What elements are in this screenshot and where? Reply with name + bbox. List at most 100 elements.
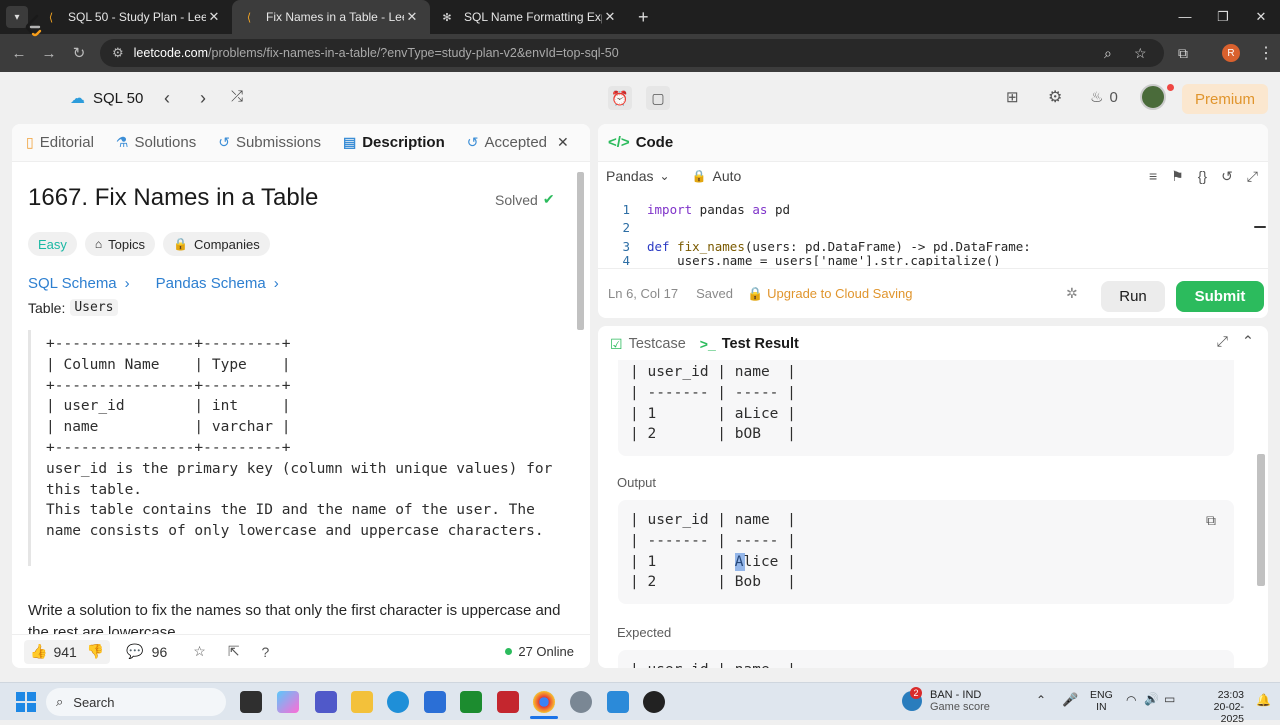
url-field[interactable]: ⚙ leetcode.com/problems/fix-names-in-a-t… — [100, 39, 1164, 67]
help-icon[interactable]: ? — [262, 644, 270, 660]
layout-icon[interactable]: ⊞ — [1006, 88, 1019, 106]
game-subtitle: Game score — [930, 701, 990, 713]
mcafee-icon[interactable] — [497, 691, 519, 713]
game-score-widget[interactable]: 2 BAN - IND Game score — [902, 687, 990, 713]
tab-editorial[interactable]: ▯ Editorial — [26, 134, 94, 151]
back-icon[interactable]: ← — [4, 45, 34, 62]
new-tab-icon[interactable]: + — [638, 7, 649, 28]
run-button[interactable]: Run — [1101, 281, 1165, 312]
windows-start-icon[interactable] — [16, 692, 36, 712]
site-info-icon[interactable]: ⚙ — [112, 45, 124, 61]
statement-line-1: Write a solution to fix the names so tha… — [28, 602, 561, 619]
close-tab-icon[interactable]: ✕ — [404, 9, 420, 25]
collapse-icon[interactable]: ⌃ — [1242, 334, 1254, 350]
fullscreen-icon[interactable]: ⤢ — [1247, 168, 1258, 185]
prev-problem-icon[interactable]: ‹ — [164, 88, 170, 109]
reset-icon[interactable]: ↺ — [1221, 168, 1233, 185]
tab-submissions[interactable]: ↺ Submissions — [218, 134, 321, 151]
minimize-icon[interactable]: — — [1166, 0, 1204, 34]
xbox-icon[interactable] — [460, 691, 482, 713]
profile-avatar[interactable]: R — [1222, 34, 1240, 72]
topics-chip[interactable]: ⌂ Topics — [84, 232, 156, 256]
close-tab-icon[interactable]: ✕ — [602, 9, 618, 25]
browser-tab-2[interactable]: ⟨ Fix Names in a Table - LeetCode ✕ — [232, 0, 430, 34]
taskbar-search[interactable]: ⌕ Search — [46, 688, 226, 716]
like-button[interactable]: 👍 941 👎 — [24, 639, 111, 664]
task-view-icon[interactable] — [240, 691, 262, 713]
code-header: </> Code — [598, 124, 1268, 162]
format-icon[interactable]: ≡ — [1149, 168, 1157, 185]
url-path: /problems/fix-names-in-a-table/?envType=… — [208, 46, 619, 60]
thumbs-down-icon[interactable]: 👎 — [87, 643, 104, 660]
cursor-position: Ln 6, Col 17 — [608, 286, 679, 301]
expected-label: Expected — [617, 625, 672, 640]
browser-tab-3[interactable]: ✻ SQL Name Formatting Explanat ✕ — [430, 0, 628, 34]
timer-icon[interactable]: ⏰ — [608, 86, 632, 110]
battery-icon[interactable]: ▭ — [1164, 692, 1175, 706]
sql-schema-link[interactable]: SQL Schema — [28, 275, 117, 292]
description-scrollbar[interactable] — [577, 172, 584, 330]
menu-dots-icon[interactable]: ⋮ — [1258, 34, 1274, 72]
upgrade-link[interactable]: Upgrade to Cloud Saving — [767, 286, 912, 301]
tab-accepted[interactable]: ↺ Accepted — [467, 134, 547, 151]
game-badge: 2 — [910, 687, 922, 699]
reload-icon[interactable]: ↻ — [64, 44, 94, 62]
bookmark-icon[interactable]: ⚑ — [1171, 168, 1184, 185]
settings-gear-icon[interactable]: ⚙ — [1048, 87, 1062, 107]
clock-date: 20-02-2025 — [1213, 701, 1244, 725]
user-avatar[interactable] — [1140, 84, 1166, 110]
result-scrollbar[interactable] — [1257, 454, 1265, 586]
teams-icon[interactable] — [315, 691, 337, 713]
edge-icon[interactable] — [387, 691, 409, 713]
close-tab-icon[interactable]: ✕ — [557, 134, 569, 151]
microphone-icon[interactable]: 🎤 — [1062, 692, 1078, 708]
leetcode-logo[interactable] — [24, 14, 44, 38]
language-select[interactable]: Pandas — [606, 168, 653, 184]
document-icon: ▤ — [342, 134, 357, 150]
browser-tab-1[interactable]: ⟨ SQL 50 - Study Plan - LeetCode ✕ — [34, 0, 232, 34]
streak-counter[interactable]: ♨ 0 — [1090, 88, 1118, 107]
tab-test-result[interactable]: >_ Test Result — [700, 336, 799, 352]
maximize-icon[interactable]: ❐ — [1204, 0, 1242, 34]
store-icon[interactable] — [424, 691, 446, 713]
pandas-schema-link[interactable]: Pandas Schema — [156, 275, 266, 292]
comments-button[interactable]: 💬 96 — [126, 643, 167, 660]
study-plan-link[interactable]: ☁ SQL 50 — [70, 88, 143, 108]
forward-icon[interactable]: → — [34, 45, 64, 62]
github-desktop-icon[interactable] — [643, 691, 665, 713]
close-window-icon[interactable]: ✕ — [1242, 0, 1280, 34]
result-panel: ☑ Testcase >_ Test Result ⤢ ⌃ | user_id | … — [598, 326, 1268, 668]
language-indicator[interactable]: ENG IN — [1090, 689, 1113, 713]
shuffle-icon[interactable]: ⤮ — [231, 88, 243, 105]
zoom-icon[interactable]: ⌕ — [1104, 45, 1112, 62]
notifications-icon[interactable]: 🔔 — [1256, 693, 1271, 707]
chrome-icon[interactable] — [533, 691, 555, 713]
notes-icon[interactable]: ▢ — [646, 86, 670, 110]
submit-label: Submit — [1194, 288, 1246, 305]
braces-icon[interactable]: {} — [1198, 168, 1207, 185]
wifi-icon[interactable]: ◠ — [1126, 693, 1136, 707]
extensions-icon[interactable]: ⧉ — [1178, 34, 1188, 72]
tab-label: Submissions — [235, 134, 321, 151]
tab-testcase[interactable]: ☑ Testcase — [610, 336, 686, 353]
file-explorer-icon[interactable] — [351, 691, 373, 713]
volume-icon[interactable]: 🔊 — [1144, 692, 1159, 706]
code-editor[interactable]: 1 import pandas as pd 2 3 def fix_names(us… — [598, 200, 1258, 266]
premium-button[interactable]: Premium — [1182, 84, 1268, 114]
favorite-star-icon[interactable]: ☆ — [193, 643, 206, 660]
copilot-icon[interactable] — [277, 691, 299, 713]
bookmark-star-icon[interactable]: ☆ — [1134, 45, 1147, 62]
tab-solutions[interactable]: ⚗ Solutions — [116, 134, 196, 151]
next-problem-icon[interactable]: › — [200, 88, 206, 109]
submit-button[interactable]: Submit — [1176, 281, 1264, 312]
close-tab-icon[interactable]: ✕ — [206, 9, 222, 25]
debug-icon[interactable]: ✲ — [1066, 285, 1078, 302]
vscode-icon[interactable] — [607, 691, 629, 713]
companies-chip[interactable]: 🔒 Companies — [163, 232, 270, 256]
tab-description[interactable]: ▤ Description — [343, 134, 445, 151]
expand-icon[interactable]: ⤢ — [1216, 334, 1228, 350]
copy-icon[interactable]: ⧉ — [1206, 512, 1216, 529]
settings-app-icon[interactable] — [570, 691, 592, 713]
chevron-up-icon[interactable]: ⌃ — [1036, 693, 1046, 707]
share-icon[interactable]: ⇱ — [228, 643, 240, 660]
